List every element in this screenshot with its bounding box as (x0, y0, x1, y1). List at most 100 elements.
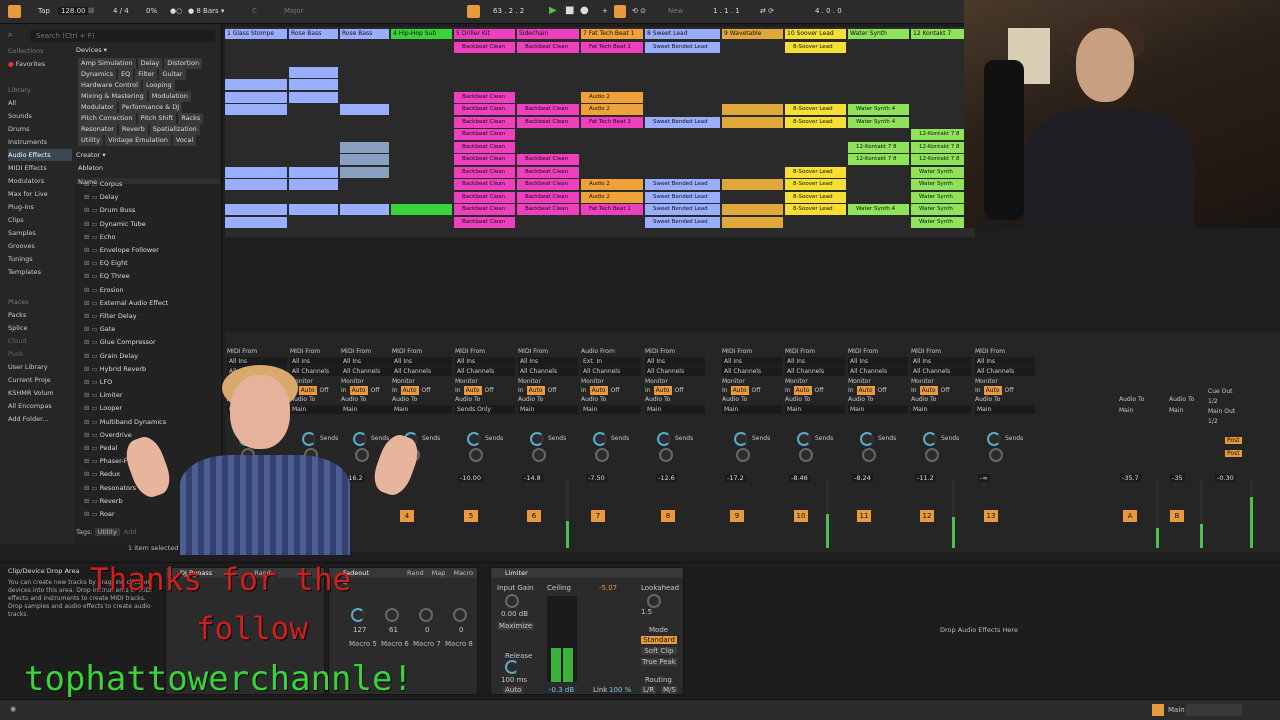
browser-file-item[interactable]: External Audio Effect (84, 297, 168, 310)
master-main_val[interactable]: 1/2 (1208, 418, 1218, 425)
monitor-in-button[interactable]: In (785, 387, 791, 394)
volume-value[interactable]: -14.8 (522, 474, 543, 482)
places-item[interactable]: Splice (8, 322, 27, 334)
return-track-button[interactable]: B (1170, 510, 1184, 522)
clip-slot[interactable]: Audio 2 (581, 191, 643, 203)
tag-chip[interactable]: Distortion (164, 58, 203, 69)
routing-lr-button[interactable]: L/R (641, 686, 657, 694)
input-source-select[interactable]: All Ins (911, 357, 971, 366)
lookahead-knob[interactable] (647, 594, 661, 608)
tap-button[interactable]: Tap (38, 7, 50, 15)
output-select[interactable]: Main (848, 405, 908, 414)
browser-file-item[interactable]: Filter Delay (84, 310, 137, 323)
clip-slot[interactable]: 8-Soover Lead (785, 204, 846, 215)
input-channel-select[interactable]: All Channels (975, 367, 1035, 376)
record-quantize-icon[interactable]: ●○ (170, 7, 182, 15)
library-item[interactable]: Drums (8, 123, 30, 135)
track-number-button[interactable]: 7 (591, 510, 605, 522)
send-b-knob[interactable] (469, 448, 483, 462)
clip-slot[interactable] (722, 179, 783, 190)
post-button[interactable]: Post (1225, 450, 1242, 457)
volume-value[interactable]: -35 (1170, 474, 1185, 482)
tag-chip[interactable]: Guitar (159, 69, 186, 80)
monitor-in-button[interactable]: In (518, 387, 524, 394)
monitor-in-button[interactable]: In (911, 387, 917, 394)
tag-chip[interactable]: Looping (142, 80, 175, 91)
tag-chip[interactable]: Resonator (78, 124, 117, 135)
return-routing[interactable]: Audio To (1169, 396, 1194, 403)
browser-file-item[interactable]: LFO (84, 376, 112, 389)
library-item[interactable]: Plug-Ins (8, 201, 34, 213)
track-number-button[interactable]: 12 (920, 510, 934, 522)
clip-slot[interactable] (722, 204, 783, 215)
output-select[interactable]: Main (911, 405, 971, 414)
track-header[interactable]: 5 Driller Kit (454, 29, 515, 39)
browser-file-item[interactable]: EQ Three (84, 270, 130, 283)
input-source-select[interactable]: All Ins (518, 357, 578, 366)
send-a-knob[interactable] (657, 432, 671, 446)
library-item[interactable]: Grooves (8, 240, 35, 252)
track-header[interactable]: Rose Bass (289, 29, 338, 39)
library-item[interactable]: Instruments (8, 136, 47, 148)
send-a-knob[interactable] (530, 432, 544, 446)
clip-slot[interactable]: Sweet Bended Lead (645, 204, 720, 215)
track-number-button[interactable]: 9 (730, 510, 744, 522)
clip-slot[interactable]: 12-Kontakt 7 8 (911, 141, 971, 153)
clip-slot[interactable]: 8-Soover Lead (785, 41, 846, 53)
volume-value[interactable]: -12.6 (656, 474, 677, 482)
clip-slot[interactable] (225, 179, 287, 190)
clip-slot[interactable]: Sweet Bended Lead (645, 216, 720, 228)
clip-slot[interactable] (289, 91, 338, 103)
library-item[interactable]: All (8, 97, 16, 109)
main-out-icon[interactable] (1152, 704, 1164, 716)
clip-slot[interactable]: 8-Soover Lead (785, 191, 846, 203)
clip-slot[interactable] (289, 179, 338, 190)
clip-slot[interactable] (340, 104, 389, 115)
clip-slot[interactable]: Water Synth (911, 191, 971, 203)
volume-value[interactable]: -∞ (978, 474, 990, 482)
send-b-knob[interactable] (925, 448, 939, 462)
clip-slot[interactable]: 8-Soover Lead (785, 179, 846, 190)
clip-slot[interactable]: Fat Tech Beat 1 (581, 116, 643, 128)
tag-chip[interactable]: Delay (137, 58, 163, 69)
clip-slot[interactable]: Backbeat Clean (517, 104, 579, 115)
clip-slot[interactable]: Backbeat Clean (454, 204, 515, 215)
volume-value[interactable]: -8.46 (789, 474, 810, 482)
clip-slot[interactable]: Backbeat Clean (454, 166, 515, 178)
monitor-off-button[interactable]: Off (675, 387, 684, 394)
places-item[interactable]: Cloud (8, 335, 27, 347)
tag-chip[interactable]: Spatialization (149, 124, 200, 135)
output-select[interactable]: Main (581, 405, 641, 414)
clip-slot[interactable]: Sweet Bended Lead (645, 179, 720, 190)
clip-slot[interactable] (225, 204, 287, 215)
library-item[interactable]: Max for Live (8, 188, 48, 200)
tag-chip[interactable]: Dynamics (78, 69, 117, 80)
macro-knob-2[interactable] (385, 608, 399, 622)
tag-chip[interactable]: Hardware Control (78, 80, 141, 91)
macro-knob-1[interactable] (351, 608, 365, 622)
volume-value[interactable]: -11.2 (915, 474, 936, 482)
places-item[interactable]: All Encompas (8, 400, 52, 412)
places-item[interactable]: Push (8, 348, 23, 360)
clip-slot[interactable]: Fat Tech Beat 1 (581, 41, 643, 53)
monitor-auto-button[interactable]: Auto (856, 386, 875, 395)
input-channel-select[interactable]: All Channels (722, 367, 782, 376)
send-b-knob[interactable] (862, 448, 876, 462)
clip-slot[interactable]: Backbeat Clean (517, 154, 579, 165)
master-cue_val[interactable]: 1/2 (1208, 398, 1218, 405)
clip-slot[interactable]: Fat Tech Beat 1 (581, 204, 643, 215)
browser-file-item[interactable]: Echo (84, 231, 116, 244)
clip-slot[interactable]: Sweet Bended Lead (645, 41, 720, 53)
clip-slot[interactable] (340, 166, 389, 178)
key-selector[interactable]: C (252, 7, 257, 15)
punch-icon[interactable]: ⇄ ⟳ (760, 7, 774, 15)
places-item[interactable]: User Library (8, 361, 48, 373)
tag-chip[interactable]: Modulation (148, 91, 191, 102)
input-source-select[interactable]: All Ins (975, 357, 1035, 366)
record-button[interactable]: ● (580, 5, 589, 16)
input-channel-select[interactable]: All Channels (848, 367, 908, 376)
send-a-knob[interactable] (467, 432, 481, 446)
new-button[interactable]: New (668, 7, 683, 15)
arrangement-position[interactable]: 63 . 2 . 2 (493, 7, 524, 15)
library-item[interactable]: Samples (8, 227, 36, 239)
